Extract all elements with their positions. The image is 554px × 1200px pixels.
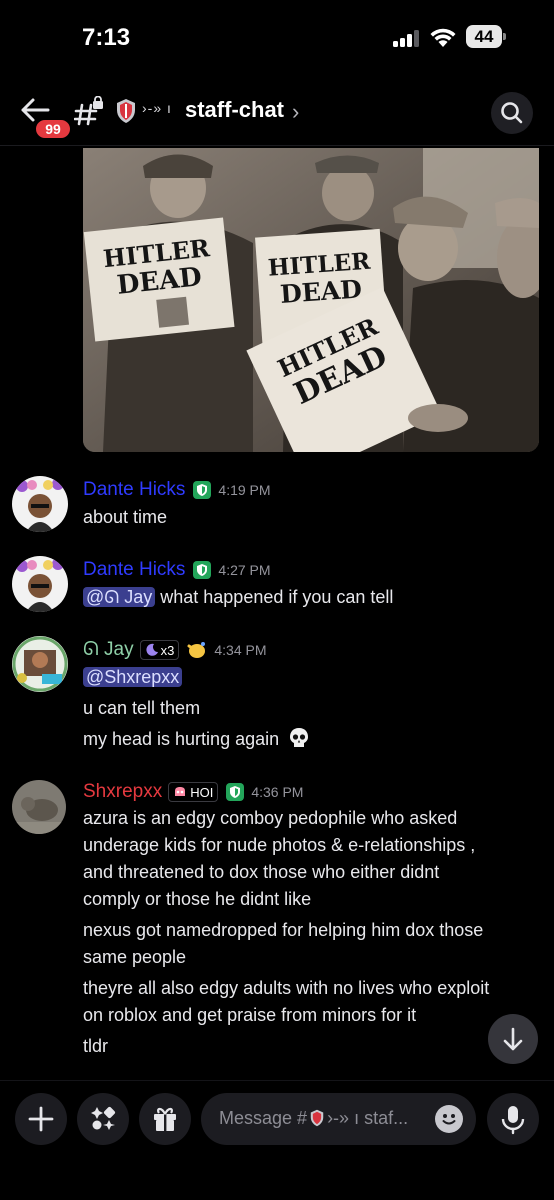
server-tag-label: HOI (190, 784, 214, 800)
photo-illustration: HITLER DEAD HITLER DEAD HITLER DEAD (83, 148, 539, 452)
emoji-button[interactable] (435, 1105, 463, 1133)
channel-emblem-icon (117, 99, 135, 123)
moderator-shield-icon (193, 561, 212, 579)
moon-icon (146, 643, 158, 656)
plus-icon (28, 1106, 54, 1132)
moderator-shield-icon (226, 783, 245, 801)
message-text: and threatened to dox those who either d… (83, 862, 440, 882)
message-header: ᘏ Jay x3 4:34 PM (83, 638, 267, 662)
message-text: underage kids for nude photos & e-relati… (83, 835, 476, 855)
message-header: Dante Hicks 4:19 PM (83, 478, 271, 502)
placeholder-suffix: ›-» ı staf... (327, 1108, 409, 1128)
timestamp: 4:34 PM (214, 642, 267, 658)
message-text: azura is an edgy comboy pedophile who as… (83, 808, 458, 828)
battery-level: 44 (466, 25, 502, 48)
voice-message-button[interactable] (487, 1093, 539, 1145)
timestamp: 4:19 PM (218, 482, 271, 498)
emoji-icon (442, 1114, 456, 1125)
server-tag-icon (175, 787, 186, 796)
timestamp: 4:27 PM (218, 562, 271, 578)
attached-photo[interactable]: HITLER DEAD HITLER DEAD HITLER DEAD (83, 148, 539, 452)
message-composer: Message # ›-» ı staf... (0, 1080, 554, 1200)
search-button[interactable] (491, 92, 533, 134)
channel-name[interactable]: staff-chat (185, 97, 284, 123)
status-time: 7:13 (82, 24, 131, 51)
battery-icon: 44 (466, 25, 506, 48)
hand-emoji-icon (187, 642, 206, 658)
avatar[interactable] (12, 636, 68, 692)
user-mention[interactable]: @Shxrepxx (83, 667, 183, 687)
channel-header: 99 ›-» ı staff-chat › (0, 78, 554, 146)
message-text: @Shxrepxx (83, 664, 183, 690)
channel-hash-lock-icon (74, 96, 103, 126)
avatar[interactable] (12, 780, 66, 834)
message-text: my head is hurting again (83, 726, 310, 752)
search-icon (501, 102, 523, 124)
microphone-icon (501, 1106, 525, 1135)
arrow-down-icon (503, 1027, 523, 1051)
gift-icon (154, 1107, 176, 1131)
unread-badge: 99 (34, 118, 72, 140)
message-text: same people (83, 947, 187, 967)
message-text: on roblox and get praise from minors for… (83, 1005, 417, 1025)
user-mention[interactable]: @ᘏ Jay (83, 587, 156, 607)
server-tag: HOI (168, 782, 219, 802)
message-text: @ᘏ Jay what happened if you can tell (83, 584, 393, 610)
message-text: theyre all also edgy adults with no live… (83, 978, 490, 998)
status-bar: 7:13 44 (0, 0, 554, 78)
input-placeholder: Message # ›-» ı staf... (219, 1108, 408, 1129)
timestamp: 4:36 PM (251, 784, 304, 800)
badge-count: x3 (160, 642, 175, 658)
author-name[interactable]: Shxrepxx (83, 781, 162, 803)
apps-icon (91, 1106, 116, 1130)
message-text-body: what happened if you can tell (160, 587, 394, 607)
message-text: tldr (83, 1036, 109, 1056)
chevron-right-icon[interactable]: › (292, 99, 299, 125)
author-name[interactable]: ᘏ Jay (83, 639, 134, 661)
channel-emblem-icon (310, 1109, 324, 1127)
avatar[interactable] (12, 476, 68, 532)
message-input[interactable]: Message # ›-» ı staf... (201, 1093, 476, 1145)
message-text: comply or those he didnt like (83, 889, 312, 909)
skull-emoji-icon (290, 728, 309, 747)
apps-button[interactable] (77, 1093, 129, 1145)
moderator-shield-icon (193, 481, 212, 499)
message-text: about time (83, 507, 168, 527)
avatar[interactable] (12, 556, 68, 612)
wifi-icon (430, 28, 456, 47)
author-name[interactable]: Dante Hicks (83, 479, 185, 501)
message-text-body: my head is hurting again (83, 729, 280, 749)
message-text: u can tell them (83, 698, 201, 718)
attach-button[interactable] (15, 1093, 67, 1145)
placeholder-prefix: Message # (219, 1108, 308, 1128)
jump-to-latest-button[interactable] (488, 1014, 538, 1064)
message-text: nexus got namedropped for helping him do… (83, 920, 484, 940)
channel-name-decoration: ›-» ı (142, 100, 172, 116)
message-header: Dante Hicks 4:27 PM (83, 558, 271, 582)
message-header: Shxrepxx HOI 4:36 PM (83, 780, 303, 804)
boost-badge: x3 (139, 640, 180, 660)
author-name[interactable]: Dante Hicks (83, 559, 185, 581)
gift-button[interactable] (139, 1093, 191, 1145)
cellular-signal-icon (393, 29, 423, 47)
